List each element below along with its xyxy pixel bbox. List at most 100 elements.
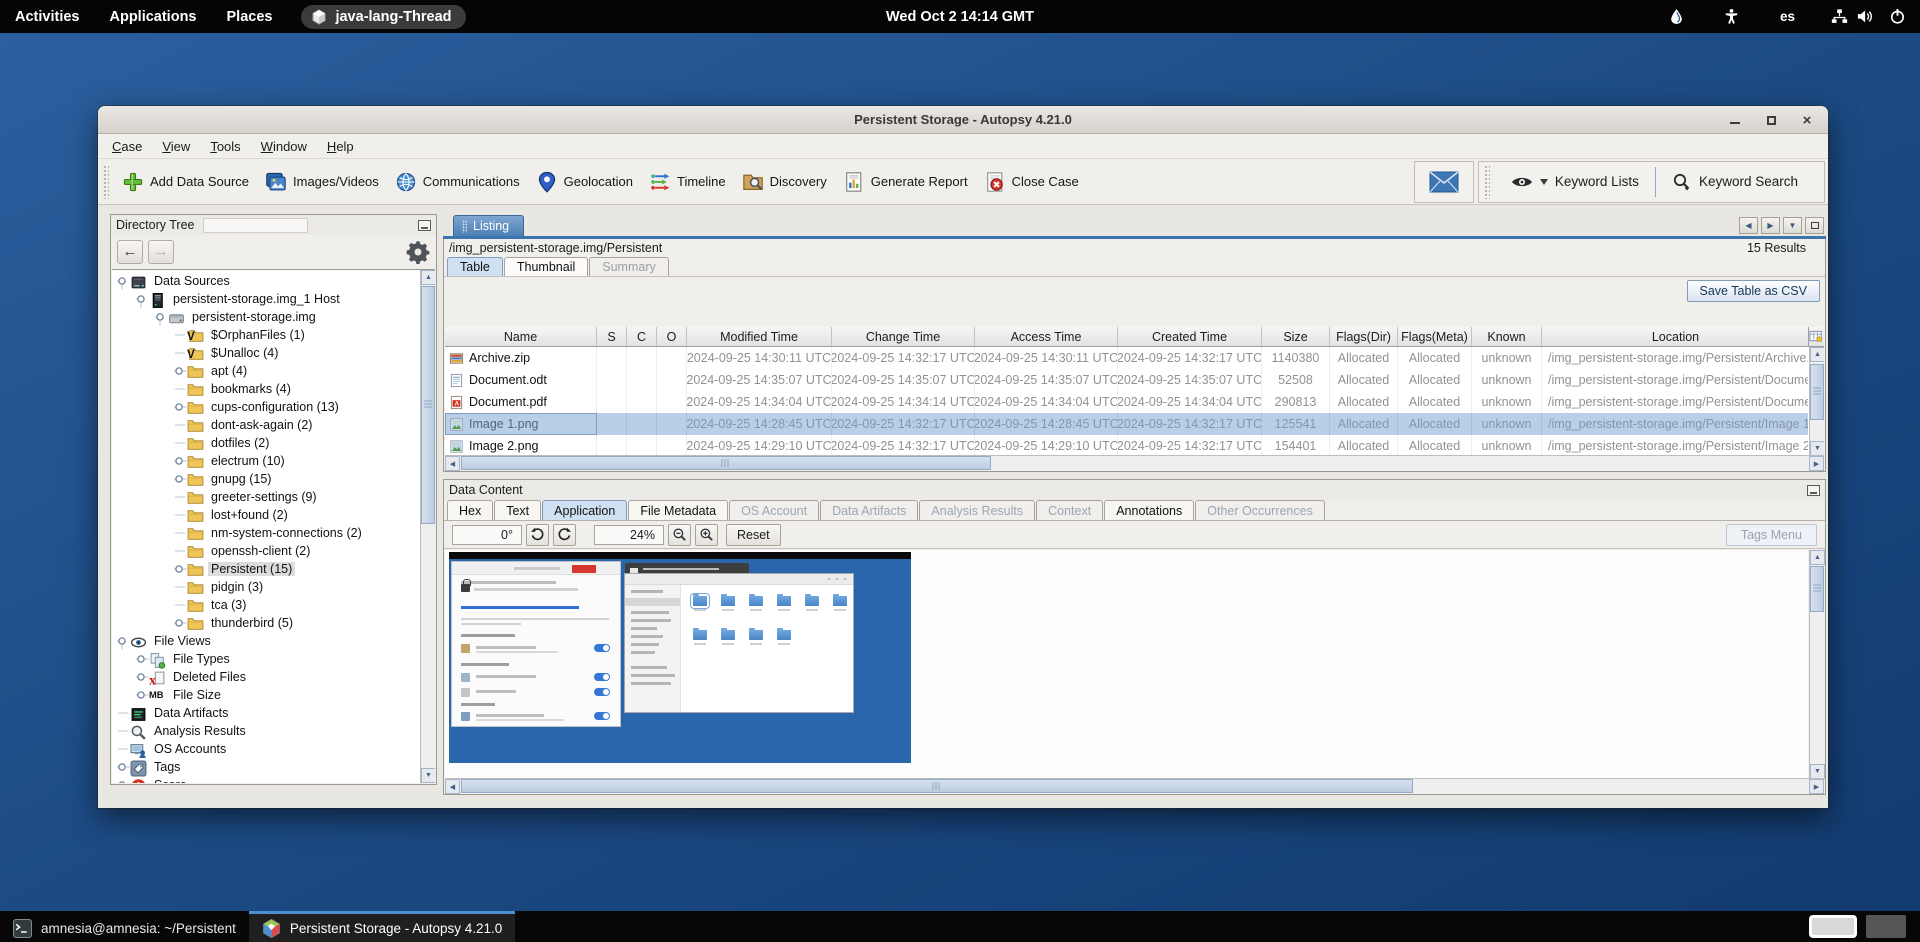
- tab-table[interactable]: Table: [447, 257, 503, 276]
- scroll-down-button[interactable]: ▼: [421, 768, 435, 783]
- tree-item-tca-3[interactable]: tca (3): [112, 596, 420, 614]
- tree-item-deleted-files[interactable]: xDeleted Files: [112, 668, 420, 686]
- rotate-ccw-button[interactable]: [526, 524, 549, 546]
- scroll-right-button[interactable]: ▶: [1809, 456, 1824, 471]
- column-header-o[interactable]: O: [657, 327, 687, 346]
- tree-item-file-types[interactable]: File Types: [112, 650, 420, 668]
- scroll-up-button[interactable]: ▲: [1810, 347, 1824, 362]
- discovery-button[interactable]: Discovery: [734, 166, 835, 198]
- column-header-known[interactable]: Known: [1472, 327, 1542, 346]
- column-header-location[interactable]: Location: [1542, 327, 1810, 346]
- close-window-button[interactable]: ×: [1800, 113, 1814, 127]
- scroll-up-button[interactable]: ▲: [421, 270, 435, 285]
- image-preview[interactable]: [449, 552, 911, 763]
- tab-application[interactable]: Application: [542, 500, 627, 520]
- tree-item-greeter-settings-9[interactable]: greeter-settings (9): [112, 488, 420, 506]
- scroll-down-button[interactable]: ▼: [1810, 764, 1825, 779]
- scroll-down-button[interactable]: ▼: [1810, 441, 1824, 456]
- media-vertical-scrollbar[interactable]: ▲ ▼: [1809, 550, 1824, 779]
- tree-expand-handle[interactable]: [135, 668, 149, 686]
- tree-item-data-artifacts[interactable]: Data Artifacts: [112, 704, 420, 722]
- tree-item-persistent-storage-img-1-host[interactable]: persistent-storage.img_1 Host: [112, 290, 420, 308]
- tree-item-lost-found-2[interactable]: lost+found (2): [112, 506, 420, 524]
- tree-item-unalloc-4[interactable]: V$Unalloc (4): [112, 344, 420, 362]
- tab-listing[interactable]: Listing: [453, 215, 524, 236]
- keyword-lists-button[interactable]: Keyword Lists: [1495, 174, 1655, 189]
- tree-item-gnupg-15[interactable]: gnupg (15): [112, 470, 420, 488]
- tags-menu-button[interactable]: Tags Menu: [1726, 524, 1817, 546]
- menu-window[interactable]: Window: [251, 136, 317, 157]
- table-row-image-1-png[interactable]: Image 1.png2024-09-25 14:28:45 UTC2024-0…: [445, 413, 1808, 435]
- minimize-panel-icon[interactable]: [1807, 485, 1820, 496]
- reset-button[interactable]: Reset: [726, 524, 781, 546]
- column-header-change-time[interactable]: Change Time: [832, 327, 975, 346]
- tree-expand-handle[interactable]: [116, 758, 130, 776]
- workspace-indicator-active[interactable]: [1809, 915, 1857, 938]
- back-button[interactable]: ←: [117, 240, 143, 264]
- tab-scroll-left-button[interactable]: ◀: [1739, 217, 1758, 234]
- table-horizontal-scrollbar[interactable]: ◀ ▶: [445, 455, 1824, 470]
- window-titlebar[interactable]: Persistent Storage - Autopsy 4.21.0 ×: [98, 106, 1828, 134]
- tab-scroll-right-button[interactable]: ▶: [1761, 217, 1780, 234]
- column-header-created-time[interactable]: Created Time: [1118, 327, 1262, 346]
- generate-report-button[interactable]: Generate Report: [835, 166, 976, 198]
- menu-view[interactable]: View: [152, 136, 200, 157]
- places-menu[interactable]: Places: [212, 0, 288, 33]
- media-hscroll-thumb[interactable]: [461, 779, 1413, 793]
- tree-item-file-size[interactable]: MBFile Size: [112, 686, 420, 704]
- network-icon[interactable]: [1831, 8, 1848, 25]
- tree-item-dotfiles-2[interactable]: dotfiles (2): [112, 434, 420, 452]
- clock[interactable]: Wed Oct 2 14:14 GMT: [886, 9, 1034, 25]
- tree-expand-handle[interactable]: [116, 272, 130, 290]
- column-settings-icon[interactable]: [1808, 327, 1824, 347]
- tree-item-file-views[interactable]: File Views: [112, 632, 420, 650]
- task-autopsy[interactable]: Persistent Storage - Autopsy 4.21.0: [249, 911, 515, 942]
- media-vscroll-thumb[interactable]: [1810, 566, 1824, 612]
- tab-file-metadata[interactable]: File Metadata: [628, 500, 728, 520]
- activities-button[interactable]: Activities: [0, 0, 94, 33]
- tree-item-pidgin-3[interactable]: pidgin (3): [112, 578, 420, 596]
- tree-item-score[interactable]: Score: [112, 776, 420, 783]
- tree-item-nm-system-connections-2[interactable]: nm-system-connections (2): [112, 524, 420, 542]
- tree-expand-handle[interactable]: [154, 308, 168, 326]
- tree-item-data-sources[interactable]: Data Sources: [112, 272, 420, 290]
- rotate-cw-button[interactable]: [553, 524, 576, 546]
- communications-button[interactable]: Communications: [387, 166, 528, 198]
- geolocation-button[interactable]: Geolocation: [528, 166, 641, 198]
- close-case-button[interactable]: Close Case: [976, 166, 1087, 198]
- task-terminal[interactable]: amnesia@amnesia: ~/Persistent: [0, 911, 249, 942]
- tree-item-os-accounts[interactable]: OS Accounts: [112, 740, 420, 758]
- zoom-level-field[interactable]: 24%: [594, 525, 664, 545]
- tree-item-analysis-results[interactable]: Analysis Results: [112, 722, 420, 740]
- table-row-document-pdf[interactable]: ADocument.pdf2024-09-25 14:34:04 UTC2024…: [445, 391, 1808, 413]
- menu-case[interactable]: Case: [102, 136, 152, 157]
- tree-expand-handle[interactable]: [116, 632, 130, 650]
- rotation-field[interactable]: 0°: [452, 525, 522, 545]
- forward-button[interactable]: →: [148, 240, 174, 264]
- media-horizontal-scrollbar[interactable]: ◀ ▶: [445, 778, 1824, 793]
- tree-expand-handle[interactable]: [135, 650, 149, 668]
- tree-item-orphanfiles-1[interactable]: V$OrphanFiles (1): [112, 326, 420, 344]
- tree-item-bookmarks-4[interactable]: bookmarks (4): [112, 380, 420, 398]
- tree-scrollbar[interactable]: ▲ ▼: [420, 270, 435, 783]
- tree-item-electrum-10[interactable]: electrum (10): [112, 452, 420, 470]
- tree-expand-handle[interactable]: [173, 452, 187, 470]
- tree-item-persistent-storage-img[interactable]: persistent-storage.img: [112, 308, 420, 326]
- tree-expand-handle[interactable]: [173, 614, 187, 632]
- table-row-archive-zip[interactable]: Archive.zip2024-09-25 14:30:11 UTC2024-0…: [445, 347, 1808, 369]
- table-vertical-scrollbar[interactable]: ▲ ▼: [1809, 347, 1824, 456]
- column-header-flags-dir-[interactable]: Flags(Dir): [1330, 327, 1398, 346]
- applications-menu[interactable]: Applications: [94, 0, 211, 33]
- table-row-document-odt[interactable]: Document.odt2024-09-25 14:35:07 UTC2024-…: [445, 369, 1808, 391]
- tab-thumbnail[interactable]: Thumbnail: [504, 257, 588, 276]
- messages-button[interactable]: [1424, 167, 1464, 197]
- keyboard-layout-indicator[interactable]: es: [1780, 9, 1795, 24]
- maximize-window-button[interactable]: [1764, 113, 1778, 127]
- table-vscroll-thumb[interactable]: [1810, 364, 1824, 420]
- scroll-up-button[interactable]: ▲: [1810, 550, 1825, 565]
- minimize-window-button[interactable]: [1728, 113, 1742, 127]
- tab-annotations[interactable]: Annotations: [1104, 500, 1194, 520]
- maximize-panel-button[interactable]: [1805, 217, 1824, 234]
- keyword-search-button[interactable]: Keyword Search: [1656, 172, 1814, 192]
- column-header-modified-time[interactable]: Modified Time: [687, 327, 832, 346]
